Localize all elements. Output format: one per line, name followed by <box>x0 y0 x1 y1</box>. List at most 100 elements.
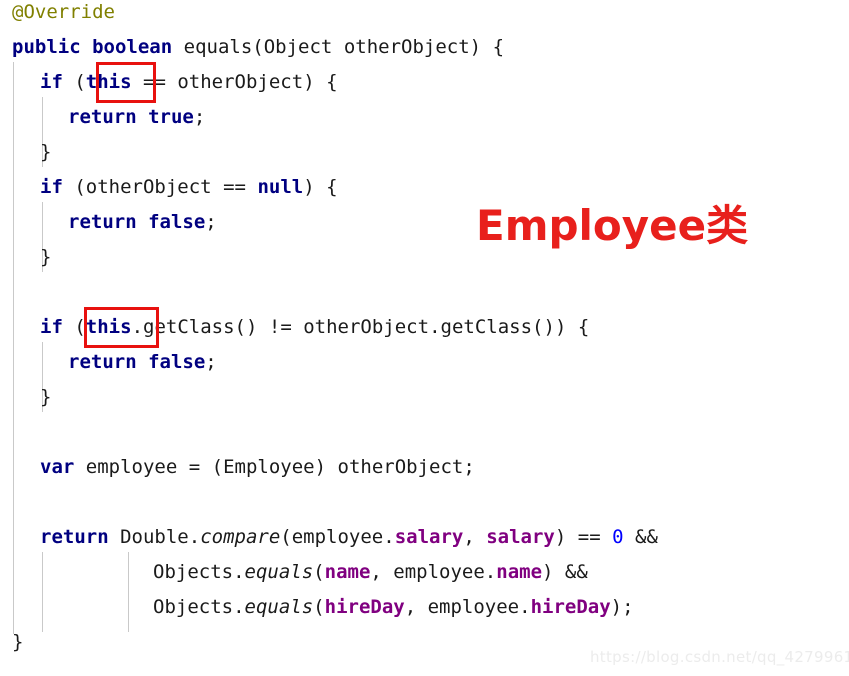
token-method-objects-equals: equals <box>244 561 314 583</box>
code-line-14: var employee = (Employee) otherObject; <box>40 450 475 485</box>
sp <box>63 71 74 93</box>
token-paren-close: ) <box>554 316 567 338</box>
dot: . <box>429 316 441 338</box>
comma: , <box>370 561 394 583</box>
token-type-objects: Objects <box>153 561 234 583</box>
sp <box>109 526 120 548</box>
token-paren-close: ) <box>303 71 315 93</box>
code-line-11: return false; <box>68 345 217 380</box>
sp <box>137 351 148 373</box>
token-paren-close: ) <box>245 316 258 338</box>
sp <box>315 176 326 198</box>
dot: . <box>188 526 201 548</box>
token-paren-close: ) <box>303 176 315 198</box>
token-brace-open: { <box>326 71 338 93</box>
token-field-hireday: hireDay <box>530 596 611 618</box>
sp <box>553 561 564 583</box>
token-paren-open: ( <box>74 316 86 338</box>
token-paren-open: ( <box>313 596 325 618</box>
token-field-salary: salary <box>394 526 464 548</box>
token-var-employee: employee <box>393 561 485 583</box>
token-paren-close: ) <box>314 456 327 478</box>
code-line-5: } <box>40 135 51 170</box>
token-paren-open: ( <box>234 316 246 338</box>
token-op-assign: = <box>188 456 201 478</box>
sp <box>137 106 148 128</box>
token-param-otherobject: otherObject <box>177 71 304 93</box>
code-line-4: return true; <box>68 100 205 135</box>
token-kw-false: false <box>148 351 206 373</box>
token-kw-false: false <box>148 211 206 233</box>
token-op-eq: == <box>143 71 166 93</box>
token-kw-this: this <box>85 316 132 338</box>
token-semicolon: ; <box>205 351 217 373</box>
token-type-employee: Employee <box>223 456 315 478</box>
sp <box>601 526 612 548</box>
token-param-otherobject: otherObject <box>303 316 430 338</box>
token-semicolon: ; <box>463 456 475 478</box>
sp <box>246 176 257 198</box>
token-kw-true: true <box>148 106 194 128</box>
sp <box>172 36 183 58</box>
token-var-employee: employee <box>291 526 384 548</box>
token-type-object: Object <box>263 36 333 58</box>
sp <box>137 211 148 233</box>
token-brace-close: } <box>40 141 52 163</box>
sp <box>326 456 337 478</box>
token-field-name: name <box>324 561 371 583</box>
token-field-salary: salary <box>486 526 555 548</box>
token-paren-close: ) <box>543 316 555 338</box>
token-kw-null: null <box>257 176 304 198</box>
token-brace-open: { <box>492 36 505 58</box>
token-paren-close: ) <box>542 561 554 583</box>
token-paren-close: ) <box>469 36 482 58</box>
token-type-objects: Objects <box>153 596 234 618</box>
token-paren-open: ( <box>74 176 86 198</box>
token-brace-close: } <box>40 246 52 268</box>
sp <box>566 526 577 548</box>
dot: . <box>519 596 531 618</box>
token-brace-open: { <box>577 316 590 338</box>
token-paren-close: ) <box>610 596 623 618</box>
token-paren-open: ( <box>211 456 224 478</box>
token-op-and: && <box>564 561 588 583</box>
sp <box>200 456 211 478</box>
token-paren-close: ) <box>554 526 567 548</box>
code-line-19: } <box>12 625 23 660</box>
token-kw-return: return <box>40 526 109 548</box>
sp <box>63 316 74 338</box>
token-annotation-override: @Override <box>12 1 115 23</box>
code-editor-canvas: @Override public boolean equals(Object o… <box>0 0 849 676</box>
token-kw-if: if <box>40 316 63 338</box>
token-type-double: Double <box>120 526 189 548</box>
token-kw-boolean: boolean <box>92 36 173 58</box>
token-kw-if: if <box>40 71 63 93</box>
token-kw-return: return <box>68 211 137 233</box>
token-paren-open: ( <box>280 526 292 548</box>
sp <box>212 176 223 198</box>
token-semicolon: ; <box>205 211 217 233</box>
token-semicolon: ; <box>193 106 206 128</box>
sp <box>166 71 177 93</box>
token-param-otherobject: otherObject <box>85 176 212 198</box>
token-method-objects-equals: equals <box>244 596 314 618</box>
comma: , <box>463 526 487 548</box>
token-var-employee: employee <box>427 596 520 618</box>
sp <box>257 316 268 338</box>
code-line-18: Objects.equals(hireDay, employee.hireDay… <box>153 590 634 625</box>
sp <box>624 526 635 548</box>
token-brace-close: } <box>40 386 52 408</box>
employee-class-label: Employee类 <box>476 201 749 250</box>
code-line-2: public boolean equals(Object otherObject… <box>12 30 504 65</box>
token-kw-this: this <box>85 71 132 93</box>
token-op-and: && <box>635 526 658 548</box>
sp <box>63 176 74 198</box>
token-param-otherobject: otherObject <box>343 36 470 58</box>
sp <box>566 316 577 338</box>
indent-guide-inner-4 <box>42 552 43 632</box>
sp <box>132 71 143 93</box>
sp <box>292 316 303 338</box>
sp <box>74 456 85 478</box>
dot: . <box>233 561 245 583</box>
indent-guide-outer <box>13 62 14 634</box>
